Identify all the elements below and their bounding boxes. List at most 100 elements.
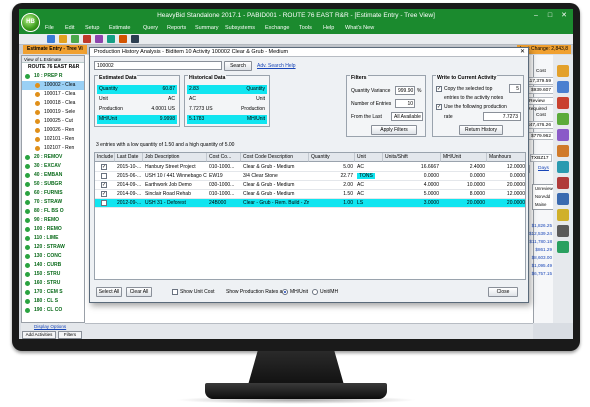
quote-icon[interactable] [557,209,569,221]
print-icon[interactable] [131,35,139,43]
tree-node[interactable]: 102101 - Ren [22,135,84,144]
tree-node[interactable]: 102107 - Ren [22,144,84,153]
num-entries-input[interactable]: 10 [395,99,415,108]
menu-setup[interactable]: Setup [85,23,99,34]
menu-reports[interactable]: Reports [167,23,186,34]
rate-input[interactable]: 7.7273 [483,112,521,121]
export-icon[interactable] [557,241,569,253]
include-checkbox[interactable]: ✓ [101,182,107,188]
menu-subsystems[interactable]: Subsystems [225,23,255,34]
filters-button[interactable]: Filters [58,331,82,339]
column-header[interactable]: MH/Unit [441,153,487,162]
adv-search-help-link[interactable]: Adv. Search Help [257,63,296,69]
table-row[interactable]: ✓ 2015-10-... Hanbury Street Project 010-10… [95,163,525,172]
tree-node[interactable]: 100002 - Clea [22,81,84,90]
tree-node[interactable]: 40 : EMBAN [22,171,84,180]
rate-mh-unit-radio[interactable] [282,289,288,295]
menu-whats-new[interactable]: What's New [345,23,374,34]
copy-entries-checkbox[interactable]: ✓ [436,86,442,92]
tree-node[interactable]: 50 : SUBGR [22,180,84,189]
tools-icon[interactable] [557,177,569,189]
open-icon[interactable] [47,35,55,43]
days-link[interactable]: Days [538,166,549,171]
column-header[interactable]: Last Date [115,153,143,162]
tree-node[interactable]: 140 : CURB [22,261,84,270]
table-row[interactable]: 2015-06-... USH 10 / 441 Winnebago Co. EW1… [95,172,525,181]
menu-estimate[interactable]: Estimate [109,23,130,34]
show-unit-cost-checkbox[interactable] [172,289,178,295]
include-checkbox[interactable]: ✓ [101,164,107,170]
material-icon[interactable] [557,113,569,125]
search-input[interactable]: 100002 [94,61,222,70]
close-window-icon[interactable]: ✕ [557,9,571,23]
tree-node[interactable]: 100026 - Ren [22,126,84,135]
code-field[interactable]: TXBZ17 [530,154,552,162]
refresh-icon[interactable] [71,35,79,43]
tree-node[interactable]: ROUTE 76 EAST R&R [22,63,84,72]
tree-node[interactable]: 10 : PREP R [22,72,84,81]
menu-tools[interactable]: Tools [299,23,312,34]
column-header[interactable]: Cost Code Description [241,153,309,162]
delete-icon[interactable] [83,35,91,43]
tree-node[interactable]: 100019 - Sele [22,108,84,117]
use-rate-checkbox[interactable]: ✓ [436,104,442,110]
notes-icon[interactable] [557,145,569,157]
tree-node[interactable]: 110 : LIME [22,234,84,243]
settings-icon[interactable] [557,225,569,237]
select-all-button[interactable]: Select All [96,287,122,297]
tree-node[interactable]: 170 : CEM S [22,288,84,297]
menu-summary[interactable]: Summary [195,23,219,34]
return-history-button[interactable]: Return History [459,125,503,135]
tree-node[interactable]: 100017 - Clea [22,90,84,99]
menu-query[interactable]: Query [143,23,158,34]
opt-maine[interactable]: Maine [535,202,546,207]
maximize-icon[interactable]: □ [543,9,557,23]
column-header[interactable]: Quantity [309,153,355,162]
tree-node[interactable]: 80 : FL BS O [22,207,84,216]
search-button[interactable]: Search [224,61,252,71]
tree-node[interactable]: 30 : EXCAV [22,162,84,171]
tree-node[interactable]: 90 : REMO [22,216,84,225]
include-checkbox[interactable] [101,200,107,206]
from-last-select[interactable]: All Available [391,112,423,121]
equipment-icon[interactable] [557,97,569,109]
tree-node[interactable]: 190 : CL CO [22,306,84,315]
tree-node[interactable]: 130 : CONC [22,252,84,261]
menu-help[interactable]: Help [323,23,334,34]
tree-node[interactable]: 100018 - Clea [22,99,84,108]
column-header[interactable]: Include [95,153,115,162]
tree-node[interactable]: 160 : STRU [22,279,84,288]
table-row[interactable]: ✓ 2014-09-... Sinclair Road Rehab 010-1000.… [95,190,525,199]
tree-node[interactable]: 120 : STRAW [22,243,84,252]
report-icon[interactable] [95,35,103,43]
close-button[interactable]: Close [488,287,518,297]
tree-node[interactable]: 20 : REMOV [22,153,84,162]
column-header[interactable]: Manhours [487,153,525,162]
summary-icon[interactable] [107,35,115,43]
display-options-link[interactable]: Display Options [34,324,66,329]
add-activities-button[interactable]: Add Activities [22,331,56,339]
tree-node[interactable]: 60 : FURNIS [22,189,84,198]
crew-icon[interactable] [557,81,569,93]
include-checkbox[interactable] [101,173,107,179]
table-row[interactable]: 2012-09-... USH 31 - Deforest 24B000 Clear … [95,199,525,208]
calendar-icon[interactable] [557,161,569,173]
subcontract-icon[interactable] [557,129,569,141]
column-header[interactable]: Cost Co... [207,153,241,162]
column-header[interactable]: Unit [355,153,383,162]
minimize-icon[interactable]: – [529,9,543,23]
menu-edit[interactable]: Edit [65,23,74,34]
tree-node[interactable]: 150 : STRU [22,270,84,279]
history-icon[interactable] [557,193,569,205]
column-header[interactable]: Units/Shift [383,153,441,162]
dialog-close-icon[interactable]: ✕ [520,48,525,57]
calc-icon[interactable] [119,35,127,43]
clear-all-button[interactable]: Clear All [126,287,152,297]
estimate-icon[interactable] [557,65,569,77]
save-icon[interactable] [59,35,67,43]
apply-filters-button[interactable]: Apply Filters [371,125,417,135]
qty-variance-input[interactable]: 999.90 [395,86,415,95]
copy-count-input[interactable]: 5 [509,84,521,93]
column-header[interactable]: Job Description [143,153,207,162]
tree-node[interactable]: 100 : REMO [22,225,84,234]
